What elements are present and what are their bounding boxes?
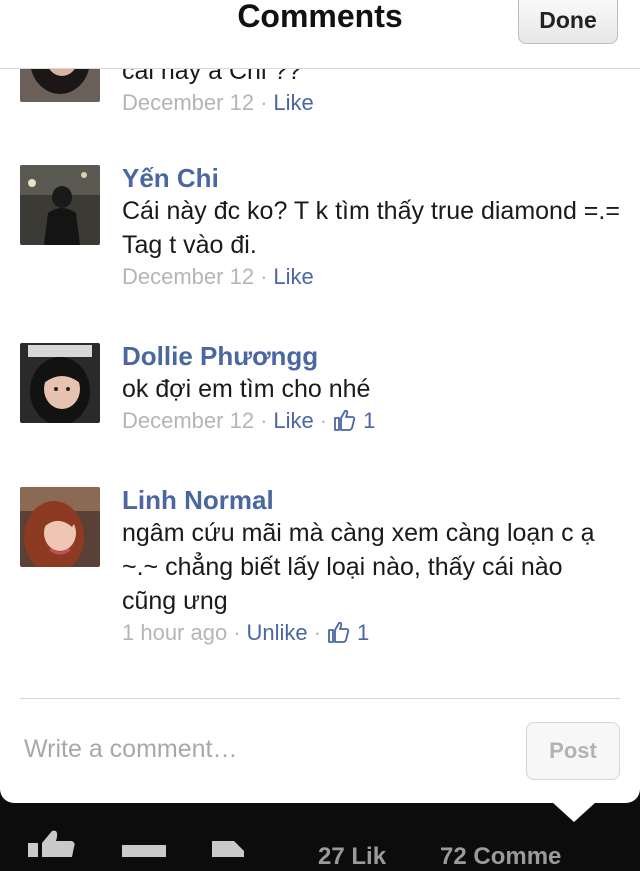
avatar[interactable]: [20, 487, 100, 567]
comment-list[interactable]: cái này à Chi ?? December 12 · Like Yến …: [0, 0, 640, 700]
avatar[interactable]: [20, 165, 100, 245]
comment-meta: December 12 · Like: [122, 264, 314, 289]
thumbs-up-icon: [328, 621, 350, 643]
like-button[interactable]: Like: [273, 264, 313, 289]
comment-composer: Post: [0, 700, 640, 803]
likes-count[interactable]: 27 Lik: [318, 843, 386, 871]
comment-author[interactable]: Yến Chi: [122, 162, 622, 194]
comment-author[interactable]: Linh Normal: [122, 484, 622, 516]
header-bar: Comments Done: [0, 0, 640, 69]
unlike-button[interactable]: Unlike: [247, 620, 308, 645]
comment-text: ngâm cứu mãi mà càng xem càng loạn c ạ ~…: [122, 519, 595, 615]
like-button[interactable]: Like: [273, 408, 313, 433]
comment-text: Cái này đc ko? T k tìm thấy true diamond…: [122, 197, 620, 259]
comment-time: December 12: [122, 90, 255, 115]
comment-input[interactable]: [22, 728, 506, 770]
thumbs-up-icon: [334, 409, 356, 431]
comment-item: Yến Chi Cái này đc ko? T k tìm thấy true…: [0, 162, 640, 302]
share-icon[interactable]: [212, 841, 244, 857]
comment-author[interactable]: Dollie Phươngg: [122, 340, 622, 372]
post-button[interactable]: Post: [526, 722, 620, 780]
like-count[interactable]: 1: [333, 408, 375, 433]
comment-icon[interactable]: [122, 845, 166, 857]
comment-meta: December 12 · Like: [122, 90, 314, 115]
story-action-bar: 27 Lik 72 Comme: [0, 803, 640, 870]
comment-text: ok đợi em tìm cho nhé: [122, 375, 371, 403]
comment-meta: December 12 · Like · 1: [122, 408, 376, 433]
comment-time: December 12: [122, 408, 255, 433]
comments-sheet: cái này à Chi ?? December 12 · Like Yến …: [0, 0, 640, 803]
divider: [20, 698, 620, 699]
done-button[interactable]: Done: [518, 0, 618, 44]
comment-item: Linh Normal ngâm cứu mãi mà càng xem càn…: [0, 484, 640, 664]
like-count[interactable]: 1: [327, 620, 369, 645]
comment-meta: 1 hour ago · Unlike · 1: [122, 620, 370, 645]
avatar[interactable]: [20, 343, 100, 423]
comment-time: December 12: [122, 264, 255, 289]
comments-count[interactable]: 72 Comme: [440, 843, 561, 871]
comment-time: 1 hour ago: [122, 620, 228, 645]
comment-item: Dollie Phươngg ok đợi em tìm cho nhé Dec…: [0, 340, 640, 460]
like-button[interactable]: Like: [273, 90, 313, 115]
